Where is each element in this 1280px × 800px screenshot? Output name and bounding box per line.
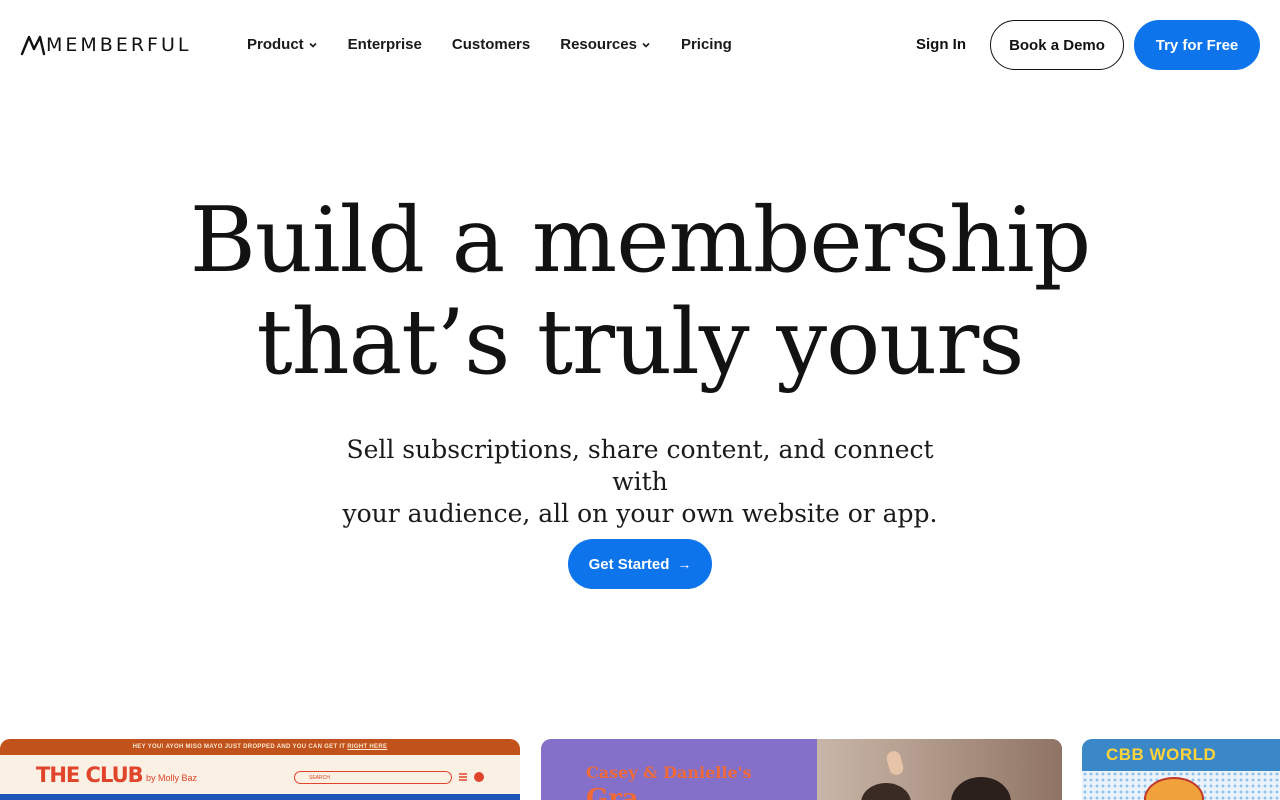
- nav-item-customers[interactable]: Customers: [452, 34, 530, 56]
- hero-subtitle: Sell subscriptions, share content, and c…: [320, 434, 960, 530]
- the-club-search-field: SEARCH: [294, 771, 452, 784]
- get-started-button[interactable]: Get Started →: [568, 539, 712, 589]
- nav-item-label: Resources: [560, 36, 637, 53]
- try-for-free-button[interactable]: Try for Free: [1134, 20, 1260, 70]
- main-nav: Product Enterprise Customers Resources P…: [247, 34, 762, 56]
- hero-title: Build a membership that’s truly yours: [0, 190, 1280, 394]
- top-nav: MEMBERFUL Product Enterprise Customers R…: [0, 0, 1280, 90]
- hero-subtitle-line1: Sell subscriptions, share content, and c…: [346, 435, 934, 496]
- user-icon: [474, 772, 484, 782]
- the-club-logo: THE CLUB: [36, 763, 144, 787]
- hero-title-line1: Build a membership: [189, 188, 1092, 293]
- nav-item-pricing[interactable]: Pricing: [681, 34, 732, 56]
- arrow-right-icon: →: [677, 556, 692, 572]
- card3-title: CBB WORLD: [1106, 745, 1217, 764]
- card2-title-line1: Casey & Danielle's: [586, 763, 752, 782]
- nav-item-enterprise[interactable]: Enterprise: [348, 34, 422, 56]
- hero-subtitle-line2: your audience, all on your own website o…: [342, 499, 938, 528]
- card2-photo: [817, 739, 1062, 800]
- hero-title-line2: that’s truly yours: [256, 290, 1025, 395]
- nav-item-product[interactable]: Product: [247, 34, 318, 56]
- nav-item-label: Product: [247, 36, 304, 53]
- nav-item-resources[interactable]: Resources: [560, 34, 651, 56]
- nav-item-label: Customers: [451, 36, 531, 53]
- brand-name: MEMBERFUL: [46, 34, 192, 56]
- memberful-m-icon: [20, 35, 46, 56]
- nav-item-label: Enterprise: [347, 36, 422, 53]
- promo-banner-link: RIGHT HERE: [347, 744, 388, 750]
- menu-icon: [459, 773, 467, 781]
- chevron-down-icon: [308, 40, 318, 50]
- get-started-label: Get Started: [588, 555, 670, 573]
- card-divider: [0, 794, 520, 800]
- nav-item-label: Pricing: [680, 36, 732, 53]
- the-club-byline: by Molly Baz: [146, 773, 198, 783]
- showcase-card-cbb-world[interactable]: CBB WORLD: [1082, 739, 1280, 800]
- sign-in-link[interactable]: Sign In: [916, 34, 966, 56]
- book-demo-button[interactable]: Book a Demo: [990, 20, 1124, 70]
- promo-banner: HEY YOU! AYOH MISO MAYO JUST DROPPED AND…: [0, 739, 520, 755]
- card2-title-line2: Gra...: [586, 784, 666, 800]
- showcase-card-the-club[interactable]: HEY YOU! AYOH MISO MAYO JUST DROPPED AND…: [0, 739, 520, 800]
- showcase-card-casey-danielle[interactable]: Casey & Danielle's Gra...: [541, 739, 1062, 800]
- chevron-down-icon: [641, 40, 651, 50]
- memberful-logo[interactable]: MEMBERFUL: [20, 33, 202, 57]
- promo-banner-text: HEY YOU! AYOH MISO MAYO JUST DROPPED AND…: [132, 744, 346, 750]
